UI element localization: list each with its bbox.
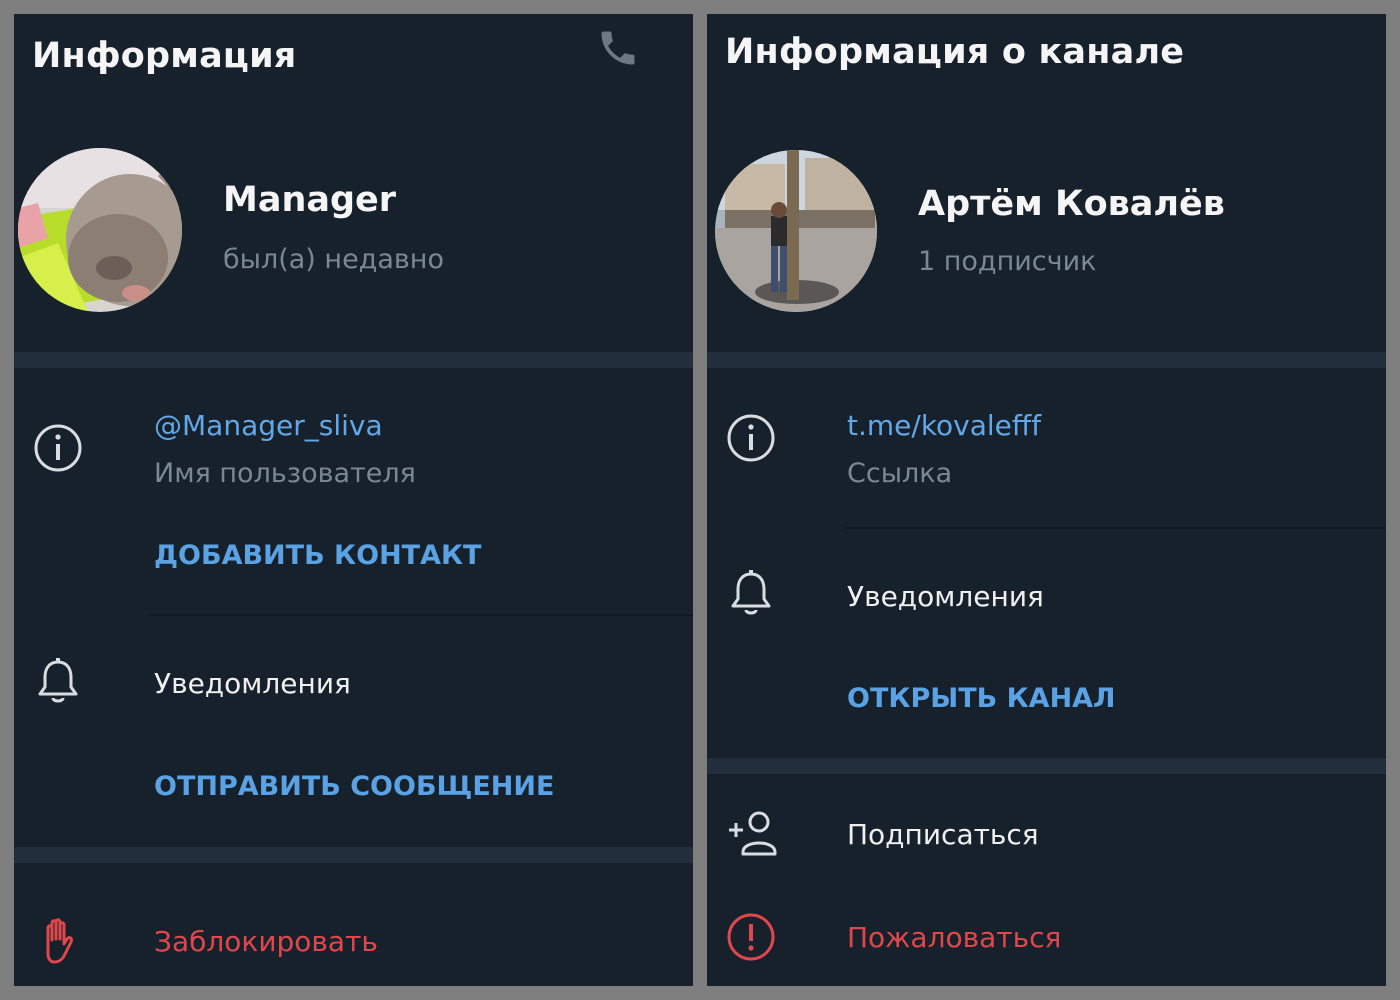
section-separator [707,352,1386,368]
panel-title: Информация о канале [725,32,1185,72]
info-icon [32,422,84,474]
section-separator [707,758,1386,774]
section-separator [14,352,693,368]
channel-info-panel: Информация о канале Артём Ковалёв 1 подп… [707,14,1386,986]
notifications-toggle[interactable]: Уведомления [847,580,1044,613]
subscriber-count: 1 подписчик [918,246,1097,277]
link-caption: Ссылка [847,458,953,489]
add-user-icon [725,808,777,860]
open-channel-button[interactable]: ОТКРЫТЬ КАНАЛ [847,683,1115,714]
avatar-photo-cat [18,148,182,312]
call-button[interactable] [596,26,640,70]
block-button[interactable]: Заблокировать [154,925,378,958]
send-message-button[interactable]: ОТПРАВИТЬ СООБЩЕНИЕ [154,771,554,802]
section-separator [14,847,693,863]
channel-name: Артём Ковалёв [918,184,1225,224]
avatar-photo-person [715,150,877,312]
profile-name: Manager [223,180,397,220]
username-caption: Имя пользователя [154,458,416,489]
avatar[interactable] [18,148,182,312]
divider [150,614,693,616]
subscribe-button[interactable]: Подписаться [847,818,1039,851]
last-seen-status: был(а) недавно [223,244,444,275]
bell-icon [32,656,84,708]
panel-title: Информация [32,36,297,76]
username-link[interactable]: @Manager_sliva [154,409,383,442]
info-icon [725,412,777,464]
phone-icon [601,31,635,65]
bell-icon [725,568,777,620]
exclamation-icon [725,911,777,963]
hand-icon [32,914,84,966]
add-contact-button[interactable]: ДОБАВИТЬ КОНТАКТ [154,540,481,571]
report-button[interactable]: Пожаловаться [847,921,1061,954]
channel-link[interactable]: t.me/kovalefff [847,409,1041,442]
avatar[interactable] [715,150,877,312]
user-info-panel: Информация Manager был(а) недавно @Manag… [14,14,693,986]
divider [843,527,1386,529]
notifications-toggle[interactable]: Уведомления [154,667,351,700]
